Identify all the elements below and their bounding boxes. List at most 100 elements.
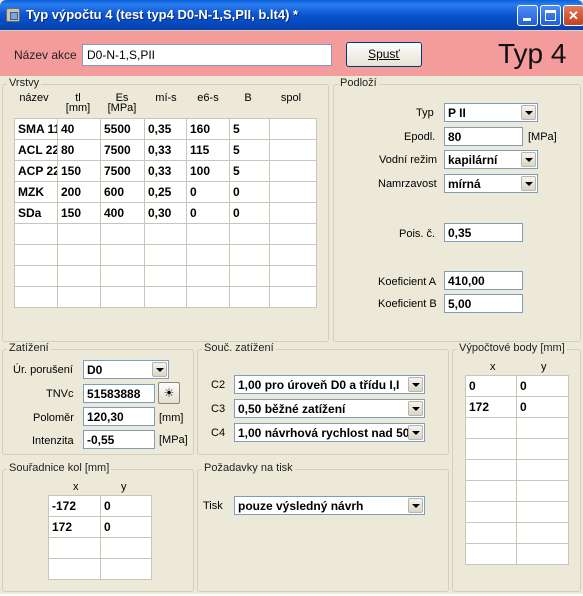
grid-cell[interactable]: 600	[100, 181, 145, 203]
grid-cell[interactable]	[516, 459, 569, 481]
c2-select[interactable]: 1,00 pro úroveň D0 a třídu I,I	[234, 375, 425, 394]
grid-cell[interactable]	[465, 438, 517, 460]
grid-cell[interactable]	[516, 417, 569, 439]
grid-cell[interactable]: SDa	[14, 202, 58, 224]
grid-cell[interactable]	[14, 265, 58, 287]
failure-level-select[interactable]: D0	[83, 360, 169, 379]
grid-cell[interactable]	[465, 501, 517, 523]
grid-cell[interactable]: 80	[57, 139, 101, 161]
grid-cell[interactable]	[269, 244, 317, 266]
grid-cell[interactable]	[465, 459, 517, 481]
grid-cell[interactable]: 5	[229, 139, 270, 161]
grid-cell[interactable]: 200	[57, 181, 101, 203]
grid-cell[interactable]	[516, 543, 569, 565]
grid-cell[interactable]	[14, 223, 58, 245]
grid-cell[interactable]	[144, 286, 187, 308]
grid-cell[interactable]: 0	[229, 202, 270, 224]
grid-cell[interactable]: 172	[465, 396, 517, 418]
grid-cell[interactable]	[144, 244, 187, 266]
grid-cell[interactable]	[144, 265, 187, 287]
grid-cell[interactable]: 115	[186, 139, 230, 161]
grid-cell[interactable]	[229, 265, 270, 287]
chevron-down-icon[interactable]	[408, 498, 423, 513]
grid-cell[interactable]: 0	[465, 375, 517, 397]
chevron-down-icon[interactable]	[408, 377, 423, 392]
grid-cell[interactable]	[57, 286, 101, 308]
grid-cell[interactable]	[516, 522, 569, 544]
app-icon[interactable]	[6, 8, 20, 22]
grid-cell[interactable]: 7500	[100, 139, 145, 161]
grid-cell[interactable]: 100	[186, 160, 230, 182]
grid-cell[interactable]	[100, 558, 152, 580]
grid-cell[interactable]	[14, 286, 58, 308]
grid-cell[interactable]: 0,33	[144, 160, 187, 182]
chevron-down-icon[interactable]	[521, 105, 536, 120]
water-regime-select[interactable]: kapilární	[444, 150, 538, 169]
grid-cell[interactable]	[100, 286, 145, 308]
grid-cell[interactable]: 0	[186, 202, 230, 224]
grid-cell[interactable]: SMA 11	[14, 118, 58, 140]
grid-cell[interactable]	[57, 244, 101, 266]
vehicle-lookup-button[interactable]: ☀	[158, 382, 180, 404]
grid-cell[interactable]	[516, 438, 569, 460]
grid-cell[interactable]	[100, 265, 145, 287]
grid-cell[interactable]	[269, 286, 317, 308]
grid-cell[interactable]: 160	[186, 118, 230, 140]
poisson-input[interactable]: 0,35	[444, 223, 523, 242]
grid-cell[interactable]	[229, 223, 270, 245]
action-name-input[interactable]: D0-N-1,S,PII	[82, 44, 332, 66]
grid-cell[interactable]	[269, 118, 317, 140]
grid-cell[interactable]: 0,35	[144, 118, 187, 140]
subsoil-type-select[interactable]: P II	[444, 103, 538, 122]
grid-cell[interactable]	[269, 265, 317, 287]
grid-cell[interactable]: 5	[229, 160, 270, 182]
grid-cell[interactable]	[144, 223, 187, 245]
grid-cell[interactable]: 0	[100, 516, 152, 538]
chevron-down-icon[interactable]	[152, 362, 167, 377]
grid-cell[interactable]	[14, 244, 58, 266]
grid-cell[interactable]	[465, 543, 517, 565]
tnvc-input[interactable]: 51583888	[83, 384, 155, 403]
grid-cell[interactable]: 0,33	[144, 139, 187, 161]
grid-cell[interactable]: 40	[57, 118, 101, 140]
grid-cell[interactable]: 0	[100, 495, 152, 517]
grid-cell[interactable]: 5	[229, 118, 270, 140]
grid-cell[interactable]	[100, 537, 152, 559]
grid-cell[interactable]	[186, 244, 230, 266]
grid-cell[interactable]	[186, 265, 230, 287]
grid-cell[interactable]: 400	[100, 202, 145, 224]
coef-b-input[interactable]: 5,00	[444, 294, 523, 313]
grid-cell[interactable]	[48, 537, 101, 559]
grid-cell[interactable]	[186, 286, 230, 308]
frost-select[interactable]: mírná	[444, 174, 538, 193]
grid-cell[interactable]: 0,30	[144, 202, 187, 224]
chevron-down-icon[interactable]	[408, 425, 423, 440]
minimize-button[interactable]	[517, 5, 538, 26]
grid-cell[interactable]	[269, 202, 317, 224]
grid-cell[interactable]	[269, 139, 317, 161]
grid-cell[interactable]: 172	[48, 516, 101, 538]
grid-cell[interactable]	[229, 286, 270, 308]
grid-cell[interactable]: 150	[57, 160, 101, 182]
grid-cell[interactable]: MZK	[14, 181, 58, 203]
grid-cell[interactable]: 0,25	[144, 181, 187, 203]
grid-cell[interactable]: 150	[57, 202, 101, 224]
grid-cell[interactable]	[100, 244, 145, 266]
close-button[interactable]: ✕	[563, 5, 583, 26]
chevron-down-icon[interactable]	[408, 401, 423, 416]
grid-cell[interactable]	[269, 223, 317, 245]
maximize-button[interactable]	[540, 5, 561, 26]
grid-cell[interactable]	[516, 480, 569, 502]
c3-select[interactable]: 0,50 běžné zatížení	[234, 399, 425, 418]
grid-cell[interactable]: 5500	[100, 118, 145, 140]
grid-cell[interactable]	[465, 522, 517, 544]
grid-cell[interactable]: 0	[229, 181, 270, 203]
grid-cell[interactable]: 7500	[100, 160, 145, 182]
coef-a-input[interactable]: 410,00	[444, 271, 523, 290]
grid-cell[interactable]	[269, 181, 317, 203]
intensity-input[interactable]: -0,55	[83, 430, 155, 449]
grid-cell[interactable]	[229, 244, 270, 266]
chevron-down-icon[interactable]	[521, 152, 536, 167]
run-button[interactable]: Spusť	[346, 42, 422, 67]
c4-select[interactable]: 1,00 návrhová rychlost nad 50	[234, 423, 425, 442]
